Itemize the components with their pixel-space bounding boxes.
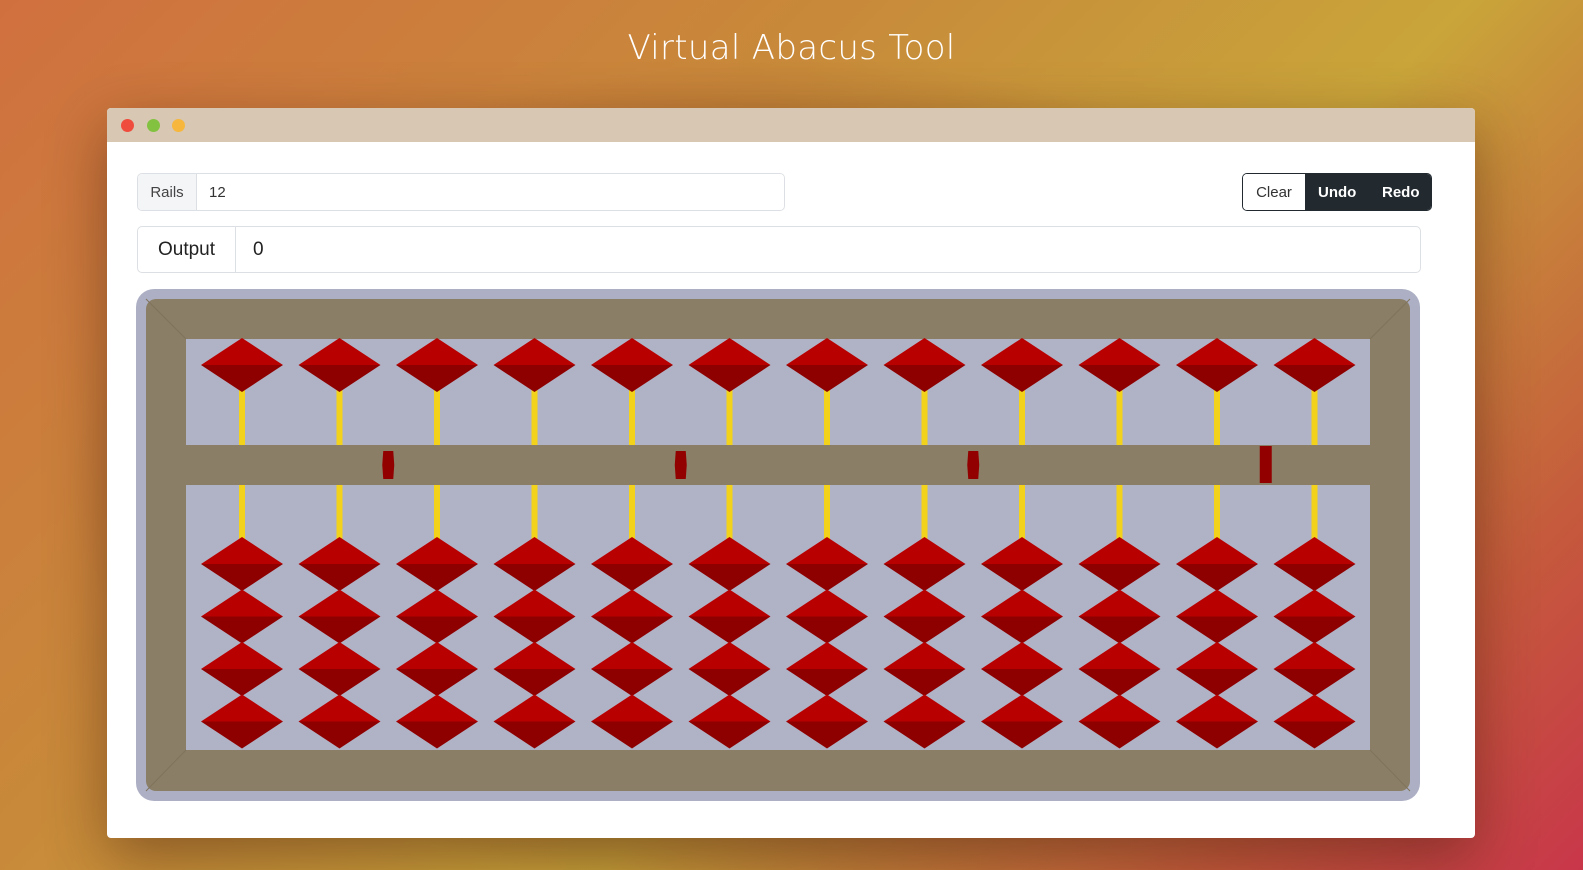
abacus-rod-upper xyxy=(629,385,635,445)
rails-label: Rails xyxy=(138,174,197,210)
abacus-rod-lower xyxy=(629,485,635,543)
redo-button[interactable]: Redo xyxy=(1369,174,1431,210)
rails-input-group: Rails xyxy=(137,173,785,211)
clear-button[interactable]: Clear xyxy=(1243,174,1305,210)
abacus-rod-lower xyxy=(336,485,343,543)
unit-marker xyxy=(1259,446,1272,483)
abacus-rod-upper xyxy=(434,385,440,445)
abacus-rod-lower xyxy=(921,485,928,543)
output-group: Output 0 xyxy=(137,226,1421,273)
abacus-rod-upper xyxy=(239,385,245,445)
action-button-group: Clear Undo Redo xyxy=(1242,173,1432,211)
abacus-rod-upper xyxy=(531,385,538,445)
abacus-rod-upper xyxy=(824,385,830,445)
abacus-rod-lower xyxy=(239,485,245,543)
abacus-rod-lower xyxy=(1019,485,1025,543)
abacus-rod-lower xyxy=(1214,485,1220,543)
window-titlebar xyxy=(107,108,1475,142)
minimize-window-icon[interactable] xyxy=(147,119,160,132)
abacus-rod-upper xyxy=(1214,385,1220,445)
abacus-rod-upper xyxy=(1311,385,1318,445)
rails-input[interactable] xyxy=(197,174,784,210)
abacus-rod-lower xyxy=(1116,485,1123,543)
abacus-rod-upper xyxy=(726,385,733,445)
unit-marker xyxy=(674,451,687,479)
abacus-rod-upper xyxy=(1019,385,1025,445)
abacus-rod-lower xyxy=(1311,485,1318,543)
maximize-window-icon[interactable] xyxy=(172,119,185,132)
abacus xyxy=(136,289,1420,801)
abacus-rod-upper xyxy=(921,385,928,445)
unit-marker xyxy=(967,451,980,479)
unit-marker xyxy=(382,451,395,479)
undo-button[interactable]: Undo xyxy=(1305,174,1369,210)
output-value: 0 xyxy=(253,238,264,260)
page-title: Virtual Abacus Tool xyxy=(627,28,956,68)
close-window-icon[interactable] xyxy=(121,119,134,132)
output-label: Output xyxy=(138,227,236,272)
app-window: Rails Clear Undo Redo Output 0 xyxy=(107,108,1475,838)
abacus-rod-upper xyxy=(336,385,343,445)
abacus-rod-lower xyxy=(434,485,440,543)
abacus-rod-lower xyxy=(726,485,733,543)
abacus-rod-upper xyxy=(1116,385,1123,445)
abacus-rod-lower xyxy=(824,485,830,543)
abacus-rod-lower xyxy=(531,485,538,543)
